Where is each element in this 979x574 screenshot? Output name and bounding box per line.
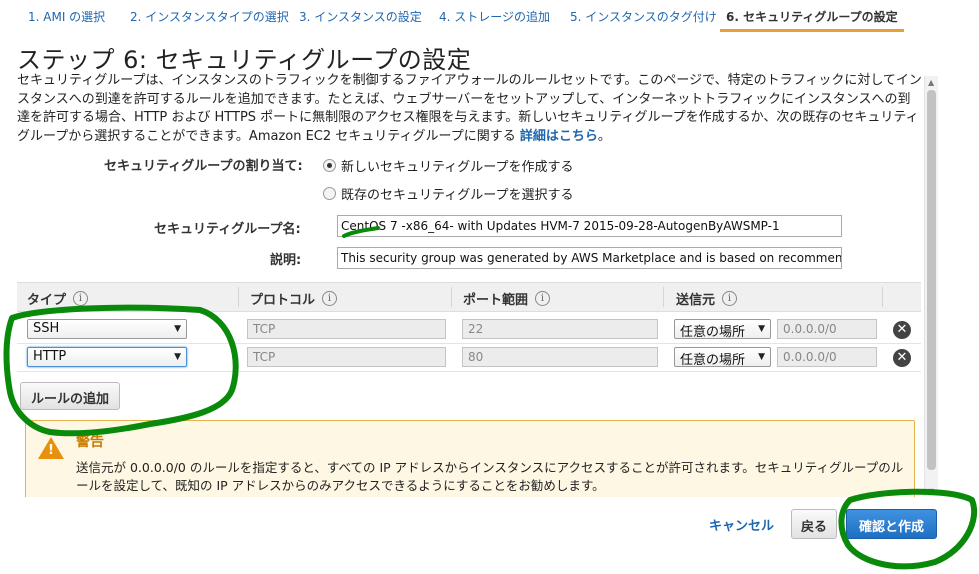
wizard-tabs: 1. AMI の選択 2. インスタンスタイプの選択 3. インスタンスの設定 … (0, 0, 979, 34)
scroll-down-icon[interactable]: ▼ (928, 487, 934, 496)
radio-new-label: 新しいセキュリティグループを作成する (341, 160, 574, 175)
back-button[interactable]: 戻る (791, 509, 838, 539)
description: セキュリティグループは、インスタンスのトラフィックを制御するファイアウォールのル… (17, 72, 922, 146)
cidr-field[interactable]: 0.0.0.0/0 (777, 347, 877, 367)
group-name-input[interactable]: CentOS 7 -x86_64- with Updates HVM-7 201… (337, 215, 842, 237)
rules-table-header: タイプ i プロトコル i ポート範囲 i 送信元 i (17, 282, 921, 312)
radio-existing-label: 既存のセキュリティグループを選択する (341, 188, 574, 203)
review-and-launch-button[interactable]: 確認と作成 (846, 509, 938, 539)
table-row: SSH ▼ TCP 22 任意の場所 ▼ 0.0.0.0/0 ✕ (17, 316, 921, 344)
radio-new-group[interactable]: 新しいセキュリティグループを作成する (323, 156, 573, 175)
port-field: 80 (462, 347, 658, 367)
cancel-link[interactable]: キャンセル (709, 515, 774, 534)
tab-ami[interactable]: 1. AMI の選択 (22, 8, 111, 30)
warning-title: 警告 (76, 434, 104, 450)
col-divider (238, 287, 239, 307)
port-field: 22 (462, 319, 658, 339)
col-divider (663, 287, 664, 307)
assign-label: セキュリティグループの割り当て: (104, 159, 303, 174)
dropdown-arrow-icon: ▼ (758, 324, 765, 334)
radio-existing-icon[interactable] (323, 187, 336, 200)
tab-instance-type[interactable]: 2. インスタンスタイプの選択 (124, 8, 295, 30)
col-divider (451, 287, 452, 307)
info-icon[interactable]: i (535, 291, 551, 306)
tab-add-tags[interactable]: 5. インスタンスのタグ付け (564, 8, 723, 30)
group-desc-input[interactable]: This security group was generated by AWS… (337, 247, 842, 269)
protocol-field: TCP (247, 319, 446, 339)
learn-more-link[interactable]: 詳細はこちら (520, 129, 598, 144)
radio-existing-group[interactable]: 既存のセキュリティグループを選択する (323, 184, 573, 203)
add-rule-button[interactable]: ルールの追加 (20, 382, 121, 410)
table-row: HTTP ▼ TCP 80 任意の場所 ▼ 0.0.0.0/0 ✕ (17, 344, 921, 372)
tab-configure-instance[interactable]: 3. インスタンスの設定 (293, 8, 428, 30)
col-divider (882, 287, 883, 307)
scrollbar[interactable]: ▲ ▼ (924, 76, 938, 496)
protocol-field: TCP (247, 347, 446, 367)
page-title: ステップ 6: セキュリティグループの設定 (17, 46, 472, 74)
delete-rule-icon[interactable]: ✕ (893, 321, 911, 339)
group-name-label: セキュリティグループ名: (154, 222, 301, 237)
info-icon[interactable]: i (722, 291, 738, 306)
type-select[interactable]: SSH ▼ (27, 319, 187, 339)
tab-add-storage[interactable]: 4. ストレージの追加 (433, 8, 556, 30)
col-source: 送信元 i (676, 289, 738, 308)
type-select[interactable]: HTTP ▼ (27, 347, 187, 367)
cidr-field[interactable]: 0.0.0.0/0 (777, 319, 877, 339)
description-text: セキュリティグループは、インスタンスのトラフィックを制御するファイアウォールのル… (17, 73, 922, 144)
tab-security-group[interactable]: 6. セキュリティグループの設定 (720, 8, 904, 32)
col-port-range: ポート範囲 i (463, 289, 551, 308)
col-type: タイプ i (27, 289, 89, 308)
group-desc-label: 説明: (270, 253, 302, 268)
info-icon[interactable]: i (73, 291, 89, 306)
warning-text: 送信元が 0.0.0.0/0 のルールを指定すると、すべての IP アドレスから… (76, 460, 904, 493)
description-suffix: 。 (597, 128, 611, 144)
dropdown-arrow-icon: ▼ (758, 352, 765, 362)
source-select[interactable]: 任意の場所 ▼ (674, 347, 771, 368)
dropdown-arrow-icon: ▼ (174, 352, 181, 362)
scroll-thumb[interactable] (927, 90, 936, 470)
delete-rule-icon[interactable]: ✕ (893, 349, 911, 367)
info-icon[interactable]: i (322, 291, 338, 306)
dropdown-arrow-icon: ▼ (174, 324, 181, 334)
col-protocol: プロトコル i (250, 289, 338, 308)
radio-new-icon[interactable] (323, 159, 336, 172)
warning-icon: ! (38, 437, 64, 459)
scroll-up-icon[interactable]: ▲ (928, 78, 934, 87)
source-select[interactable]: 任意の場所 ▼ (674, 319, 771, 340)
